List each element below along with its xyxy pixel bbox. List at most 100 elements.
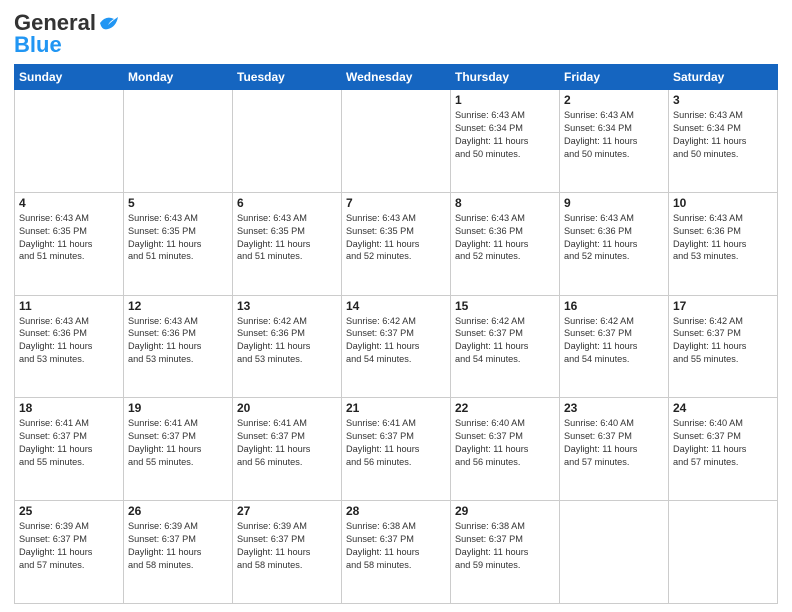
day-info: Sunrise: 6:43 AM Sunset: 6:36 PM Dayligh… — [673, 212, 773, 264]
logo: General Blue — [14, 10, 120, 58]
day-info: Sunrise: 6:41 AM Sunset: 6:37 PM Dayligh… — [346, 417, 446, 469]
calendar-cell: 1 Sunrise: 6:43 AM Sunset: 6:34 PM Daylig… — [451, 90, 560, 193]
day-info: Sunrise: 6:40 AM Sunset: 6:37 PM Dayligh… — [455, 417, 555, 469]
day-number: 1 — [455, 93, 555, 107]
calendar-week-row-2: 11 Sunrise: 6:43 AM Sunset: 6:36 PM Dayli… — [15, 295, 778, 398]
calendar-cell: 9 Sunrise: 6:43 AM Sunset: 6:36 PM Daylig… — [560, 192, 669, 295]
day-number: 27 — [237, 504, 337, 518]
day-number: 6 — [237, 196, 337, 210]
calendar-cell: 4 Sunrise: 6:43 AM Sunset: 6:35 PM Daylig… — [15, 192, 124, 295]
calendar-header-thursday: Thursday — [451, 65, 560, 90]
day-number: 9 — [564, 196, 664, 210]
day-info: Sunrise: 6:42 AM Sunset: 6:37 PM Dayligh… — [346, 315, 446, 367]
calendar-header-tuesday: Tuesday — [233, 65, 342, 90]
day-number: 5 — [128, 196, 228, 210]
day-number: 21 — [346, 401, 446, 415]
day-info: Sunrise: 6:41 AM Sunset: 6:37 PM Dayligh… — [128, 417, 228, 469]
day-number: 24 — [673, 401, 773, 415]
calendar-cell: 29 Sunrise: 6:38 AM Sunset: 6:37 PM Dayli… — [451, 501, 560, 604]
day-info: Sunrise: 6:43 AM Sunset: 6:35 PM Dayligh… — [346, 212, 446, 264]
day-number: 10 — [673, 196, 773, 210]
day-info: Sunrise: 6:43 AM Sunset: 6:36 PM Dayligh… — [564, 212, 664, 264]
day-info: Sunrise: 6:40 AM Sunset: 6:37 PM Dayligh… — [673, 417, 773, 469]
calendar-cell: 8 Sunrise: 6:43 AM Sunset: 6:36 PM Daylig… — [451, 192, 560, 295]
calendar-week-row-4: 25Sunrise: 6:39 AM Sunset: 6:37 PM Dayli… — [15, 501, 778, 604]
calendar-cell: 24 Sunrise: 6:40 AM Sunset: 6:37 PM Dayli… — [669, 398, 778, 501]
calendar-cell — [342, 90, 451, 193]
day-number: 18 — [19, 401, 119, 415]
day-info: Sunrise: 6:38 AM Sunset: 6:37 PM Dayligh… — [455, 520, 555, 572]
day-info: Sunrise: 6:42 AM Sunset: 6:37 PM Dayligh… — [673, 315, 773, 367]
calendar-cell — [124, 90, 233, 193]
day-number: 11 — [19, 299, 119, 313]
calendar-week-row-1: 4 Sunrise: 6:43 AM Sunset: 6:35 PM Daylig… — [15, 192, 778, 295]
calendar-cell: 12 Sunrise: 6:43 AM Sunset: 6:36 PM Dayli… — [124, 295, 233, 398]
day-number: 22 — [455, 401, 555, 415]
calendar-cell: 13 Sunrise: 6:42 AM Sunset: 6:36 PM Dayli… — [233, 295, 342, 398]
calendar-header-saturday: Saturday — [669, 65, 778, 90]
calendar-cell: 21 Sunrise: 6:41 AM Sunset: 6:37 PM Dayli… — [342, 398, 451, 501]
calendar-cell: 19Sunrise: 6:41 AM Sunset: 6:37 PM Dayli… — [124, 398, 233, 501]
calendar-header-monday: Monday — [124, 65, 233, 90]
calendar-cell — [560, 501, 669, 604]
day-number: 4 — [19, 196, 119, 210]
day-info: Sunrise: 6:39 AM Sunset: 6:37 PM Dayligh… — [19, 520, 119, 572]
day-number: 28 — [346, 504, 446, 518]
day-number: 2 — [564, 93, 664, 107]
day-info: Sunrise: 6:41 AM Sunset: 6:37 PM Dayligh… — [237, 417, 337, 469]
day-info: Sunrise: 6:42 AM Sunset: 6:36 PM Dayligh… — [237, 315, 337, 367]
day-info: Sunrise: 6:43 AM Sunset: 6:36 PM Dayligh… — [19, 315, 119, 367]
calendar-header-wednesday: Wednesday — [342, 65, 451, 90]
calendar-cell: 17 Sunrise: 6:42 AM Sunset: 6:37 PM Dayli… — [669, 295, 778, 398]
day-info: Sunrise: 6:42 AM Sunset: 6:37 PM Dayligh… — [564, 315, 664, 367]
day-number: 12 — [128, 299, 228, 313]
page: General Blue SundayMondayTuesdayWednesda… — [0, 0, 792, 612]
header: General Blue — [14, 10, 778, 58]
calendar-header-friday: Friday — [560, 65, 669, 90]
calendar-header-row: SundayMondayTuesdayWednesdayThursdayFrid… — [15, 65, 778, 90]
calendar-cell: 20 Sunrise: 6:41 AM Sunset: 6:37 PM Dayli… — [233, 398, 342, 501]
calendar-cell: 23Sunrise: 6:40 AM Sunset: 6:37 PM Dayli… — [560, 398, 669, 501]
calendar-table: SundayMondayTuesdayWednesdayThursdayFrid… — [14, 64, 778, 604]
day-number: 16 — [564, 299, 664, 313]
day-info: Sunrise: 6:43 AM Sunset: 6:34 PM Dayligh… — [455, 109, 555, 161]
day-number: 26 — [128, 504, 228, 518]
calendar-cell: 28Sunrise: 6:38 AM Sunset: 6:37 PM Dayli… — [342, 501, 451, 604]
day-number: 29 — [455, 504, 555, 518]
day-info: Sunrise: 6:43 AM Sunset: 6:34 PM Dayligh… — [673, 109, 773, 161]
calendar-cell: 5 Sunrise: 6:43 AM Sunset: 6:35 PM Daylig… — [124, 192, 233, 295]
calendar-cell: 14 Sunrise: 6:42 AM Sunset: 6:37 PM Dayli… — [342, 295, 451, 398]
day-info: Sunrise: 6:41 AM Sunset: 6:37 PM Dayligh… — [19, 417, 119, 469]
day-number: 13 — [237, 299, 337, 313]
calendar-cell: 7 Sunrise: 6:43 AM Sunset: 6:35 PM Daylig… — [342, 192, 451, 295]
day-number: 7 — [346, 196, 446, 210]
day-number: 14 — [346, 299, 446, 313]
calendar-cell — [15, 90, 124, 193]
calendar-cell: 27 Sunrise: 6:39 AM Sunset: 6:37 PM Dayli… — [233, 501, 342, 604]
day-number: 17 — [673, 299, 773, 313]
day-number: 20 — [237, 401, 337, 415]
day-info: Sunrise: 6:43 AM Sunset: 6:36 PM Dayligh… — [128, 315, 228, 367]
calendar-cell: 26Sunrise: 6:39 AM Sunset: 6:37 PM Dayli… — [124, 501, 233, 604]
day-info: Sunrise: 6:43 AM Sunset: 6:35 PM Dayligh… — [19, 212, 119, 264]
day-info: Sunrise: 6:43 AM Sunset: 6:35 PM Dayligh… — [128, 212, 228, 264]
calendar-header-sunday: Sunday — [15, 65, 124, 90]
calendar-cell — [669, 501, 778, 604]
calendar-cell — [233, 90, 342, 193]
logo-blue-text: Blue — [14, 32, 62, 58]
day-info: Sunrise: 6:43 AM Sunset: 6:36 PM Dayligh… — [455, 212, 555, 264]
calendar-cell: 3 Sunrise: 6:43 AM Sunset: 6:34 PM Daylig… — [669, 90, 778, 193]
calendar-cell: 16 Sunrise: 6:42 AM Sunset: 6:37 PM Dayli… — [560, 295, 669, 398]
calendar-cell: 6Sunrise: 6:43 AM Sunset: 6:35 PM Daylig… — [233, 192, 342, 295]
calendar-cell: 11 Sunrise: 6:43 AM Sunset: 6:36 PM Dayli… — [15, 295, 124, 398]
day-info: Sunrise: 6:39 AM Sunset: 6:37 PM Dayligh… — [237, 520, 337, 572]
day-number: 8 — [455, 196, 555, 210]
day-number: 15 — [455, 299, 555, 313]
calendar-cell: 25Sunrise: 6:39 AM Sunset: 6:37 PM Dayli… — [15, 501, 124, 604]
calendar-week-row-3: 18 Sunrise: 6:41 AM Sunset: 6:37 PM Dayli… — [15, 398, 778, 501]
day-number: 3 — [673, 93, 773, 107]
logo-bird-icon — [98, 13, 120, 33]
day-info: Sunrise: 6:43 AM Sunset: 6:34 PM Dayligh… — [564, 109, 664, 161]
calendar-cell: 22 Sunrise: 6:40 AM Sunset: 6:37 PM Dayli… — [451, 398, 560, 501]
calendar-cell: 10 Sunrise: 6:43 AM Sunset: 6:36 PM Dayli… — [669, 192, 778, 295]
